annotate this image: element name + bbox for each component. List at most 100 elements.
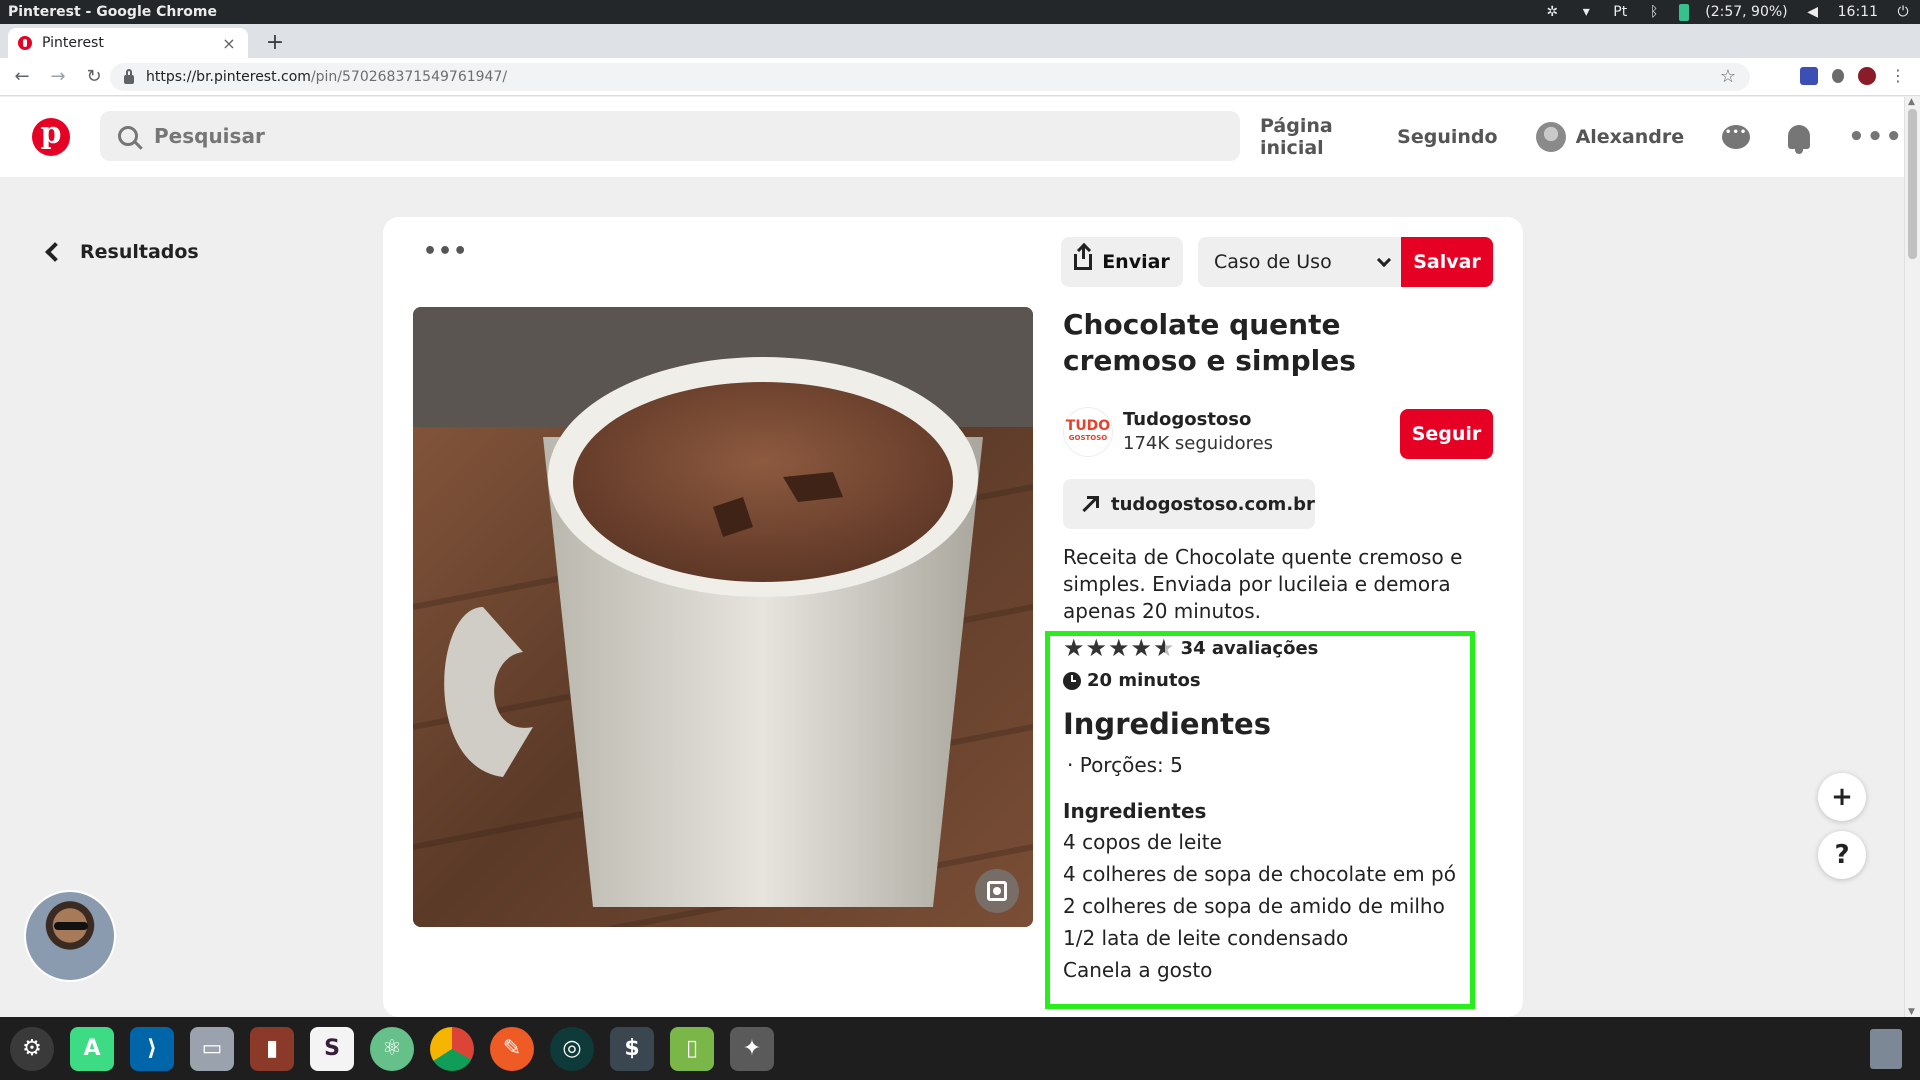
atom-icon[interactable]: ⚛: [370, 1026, 414, 1071]
address-bar[interactable]: https://br.pinterest.com/pin/57026837154…: [110, 63, 1750, 91]
ingredient-item: 1/2 lata de leite condensado: [1063, 926, 1349, 950]
ingredient-item: 4 colheres de sopa de chocolate em pó: [1063, 862, 1456, 886]
ingredients-subheading: Ingredientes: [1063, 799, 1207, 823]
floating-user-avatar[interactable]: [24, 890, 116, 982]
share-upload-icon: [1074, 246, 1093, 270]
save-button[interactable]: Salvar: [1401, 237, 1493, 287]
add-button[interactable]: +: [1818, 773, 1866, 821]
hot-chocolate-mug-image: [413, 307, 1033, 927]
notes-icon[interactable]: ▯: [670, 1026, 714, 1071]
keyboard-layout-indicator[interactable]: Pt: [1611, 4, 1629, 20]
tab-close-icon[interactable]: ×: [220, 34, 238, 53]
zotero-extension-icon[interactable]: [1800, 66, 1818, 85]
postman-icon[interactable]: ✎: [490, 1026, 534, 1071]
url-host: https://br.pinterest.com: [146, 69, 311, 85]
pin-more-options-icon[interactable]: •••: [423, 239, 468, 264]
messages-button[interactable]: [1722, 122, 1751, 152]
new-tab-button[interactable]: +: [262, 30, 288, 56]
url-path: /pin/570268371549761947/: [310, 69, 508, 85]
chevron-left-icon: [45, 242, 65, 262]
gimp-icon[interactable]: ✦: [730, 1026, 774, 1071]
ubuntu-launcher-icon[interactable]: ⚙: [10, 1026, 54, 1071]
source-followers: 174K seguidores: [1123, 433, 1274, 454]
battery-icon[interactable]: [1679, 3, 1690, 21]
servings: · Porções: 5: [1067, 753, 1183, 777]
tab-title: Pinterest: [42, 35, 104, 51]
vscode-icon[interactable]: ⟩: [130, 1026, 174, 1071]
source-link-button[interactable]: tudogostoso.com.br: [1063, 479, 1315, 529]
tab-pinterest[interactable]: Pinterest ×: [8, 28, 248, 58]
clock[interactable]: 16:11: [1838, 4, 1878, 20]
wifi-icon[interactable]: ▾: [1577, 4, 1595, 20]
pin-image[interactable]: [413, 307, 1033, 927]
back-arrow-icon[interactable]: ←: [8, 63, 36, 91]
pinterest-header: Pesquisar Página inicial Seguindo Alexan…: [0, 97, 1904, 177]
source-name[interactable]: Tudogostoso: [1123, 409, 1251, 430]
volume-icon[interactable]: ◀: [1804, 4, 1822, 20]
scroll-thumb[interactable]: [1908, 109, 1917, 259]
tab-strip: Pinterest × +: [0, 24, 1920, 58]
bluetooth-icon[interactable]: ᛒ: [1645, 4, 1663, 20]
star-icon: ★: [1063, 634, 1085, 662]
profile-icon[interactable]: [1858, 66, 1876, 85]
prep-time-row: 20 minutos: [1063, 670, 1201, 691]
battery-status[interactable]: (2:57, 90%): [1705, 4, 1787, 20]
star-icon: ★: [1108, 634, 1130, 662]
forward-arrow-icon[interactable]: →: [44, 63, 72, 91]
back-to-results-link[interactable]: Resultados: [42, 241, 199, 263]
gitkraken-icon[interactable]: ◎: [550, 1026, 594, 1071]
rating-row: ★ ★ ★ ★ ★ 34 avaliações: [1063, 636, 1318, 660]
browser-toolbar: ← → ↻ https://br.pinterest.com/pin/57026…: [0, 58, 1920, 96]
prep-time: 20 minutos: [1087, 670, 1201, 691]
half-star-icon: ★: [1153, 634, 1175, 662]
pin-title: Chocolate quente cremoso e simples: [1063, 308, 1356, 377]
os-top-bar: Pinterest - Google Chrome ✲ ▾ Pt ᛒ (2:57…: [0, 0, 1920, 24]
send-button[interactable]: Enviar: [1061, 237, 1183, 287]
nav-following-link[interactable]: Seguindo: [1397, 126, 1497, 148]
extension-icons: ⋮: [1800, 66, 1906, 85]
chat-bubble-icon: [1722, 125, 1751, 149]
book-icon[interactable]: ▮: [250, 1026, 294, 1071]
help-button[interactable]: ?: [1818, 831, 1866, 879]
ingredient-item: Canela a gosto: [1063, 958, 1213, 982]
terminal-icon[interactable]: $: [610, 1026, 654, 1071]
source-link-label: tudogostoso.com.br: [1111, 493, 1315, 515]
more-options-icon[interactable]: •••: [1848, 122, 1904, 152]
pinterest-logo-icon[interactable]: [32, 116, 70, 156]
external-link-arrow-icon: [1083, 496, 1099, 512]
ingredient-item: 2 colheres de sopa de amido de milho: [1063, 894, 1445, 918]
system-tray: ✲ ▾ Pt ᛒ (2:57, 90%) ◀ 16:11 ⏻: [1543, 3, 1912, 21]
files-icon[interactable]: ▭: [190, 1026, 234, 1071]
source-logo-text: TUDO GOSTOSO: [1065, 418, 1111, 442]
source-logo[interactable]: TUDO GOSTOSO: [1063, 407, 1113, 457]
bell-icon: [1788, 125, 1811, 154]
header-nav: Página inicial Seguindo Alexandre •••: [1260, 97, 1904, 177]
scroll-down-arrow-icon[interactable]: ▼: [1908, 1007, 1915, 1017]
page-scrollbar[interactable]: ▲ ▼: [1904, 97, 1920, 1017]
search-input[interactable]: Pesquisar: [100, 111, 1240, 161]
bookmark-star-icon[interactable]: ☆: [1720, 66, 1736, 87]
lock-icon[interactable]: [124, 68, 134, 84]
user-profile-link[interactable]: Alexandre: [1535, 122, 1684, 152]
chrome-menu-icon[interactable]: ⋮: [1890, 66, 1906, 85]
follow-button[interactable]: Seguir: [1400, 409, 1493, 459]
notifications-button[interactable]: [1788, 122, 1811, 154]
slack-icon[interactable]: S: [310, 1026, 354, 1071]
extension-icon[interactable]: [1832, 68, 1844, 83]
send-label: Enviar: [1102, 251, 1170, 273]
nav-home-link[interactable]: Página inicial: [1260, 115, 1359, 159]
review-count[interactable]: 34 avaliações: [1181, 638, 1319, 659]
back-label: Resultados: [80, 241, 199, 263]
ingredients-list: 4 copos de leite 4 colheres de sopa de c…: [1063, 829, 1456, 989]
reload-icon[interactable]: ↻: [80, 63, 108, 91]
board-select[interactable]: Caso de Uso: [1198, 237, 1403, 287]
settings-icon[interactable]: ✲: [1543, 4, 1561, 20]
android-studio-icon[interactable]: A: [70, 1026, 114, 1071]
chrome-icon[interactable]: [430, 1026, 474, 1071]
expand-icon: [987, 881, 1007, 901]
power-icon[interactable]: ⏻: [1894, 4, 1912, 20]
trash-icon[interactable]: [1870, 1029, 1902, 1069]
expand-image-button[interactable]: [975, 869, 1019, 913]
scroll-up-arrow-icon[interactable]: ▲: [1908, 97, 1915, 107]
search-icon: [118, 126, 138, 146]
